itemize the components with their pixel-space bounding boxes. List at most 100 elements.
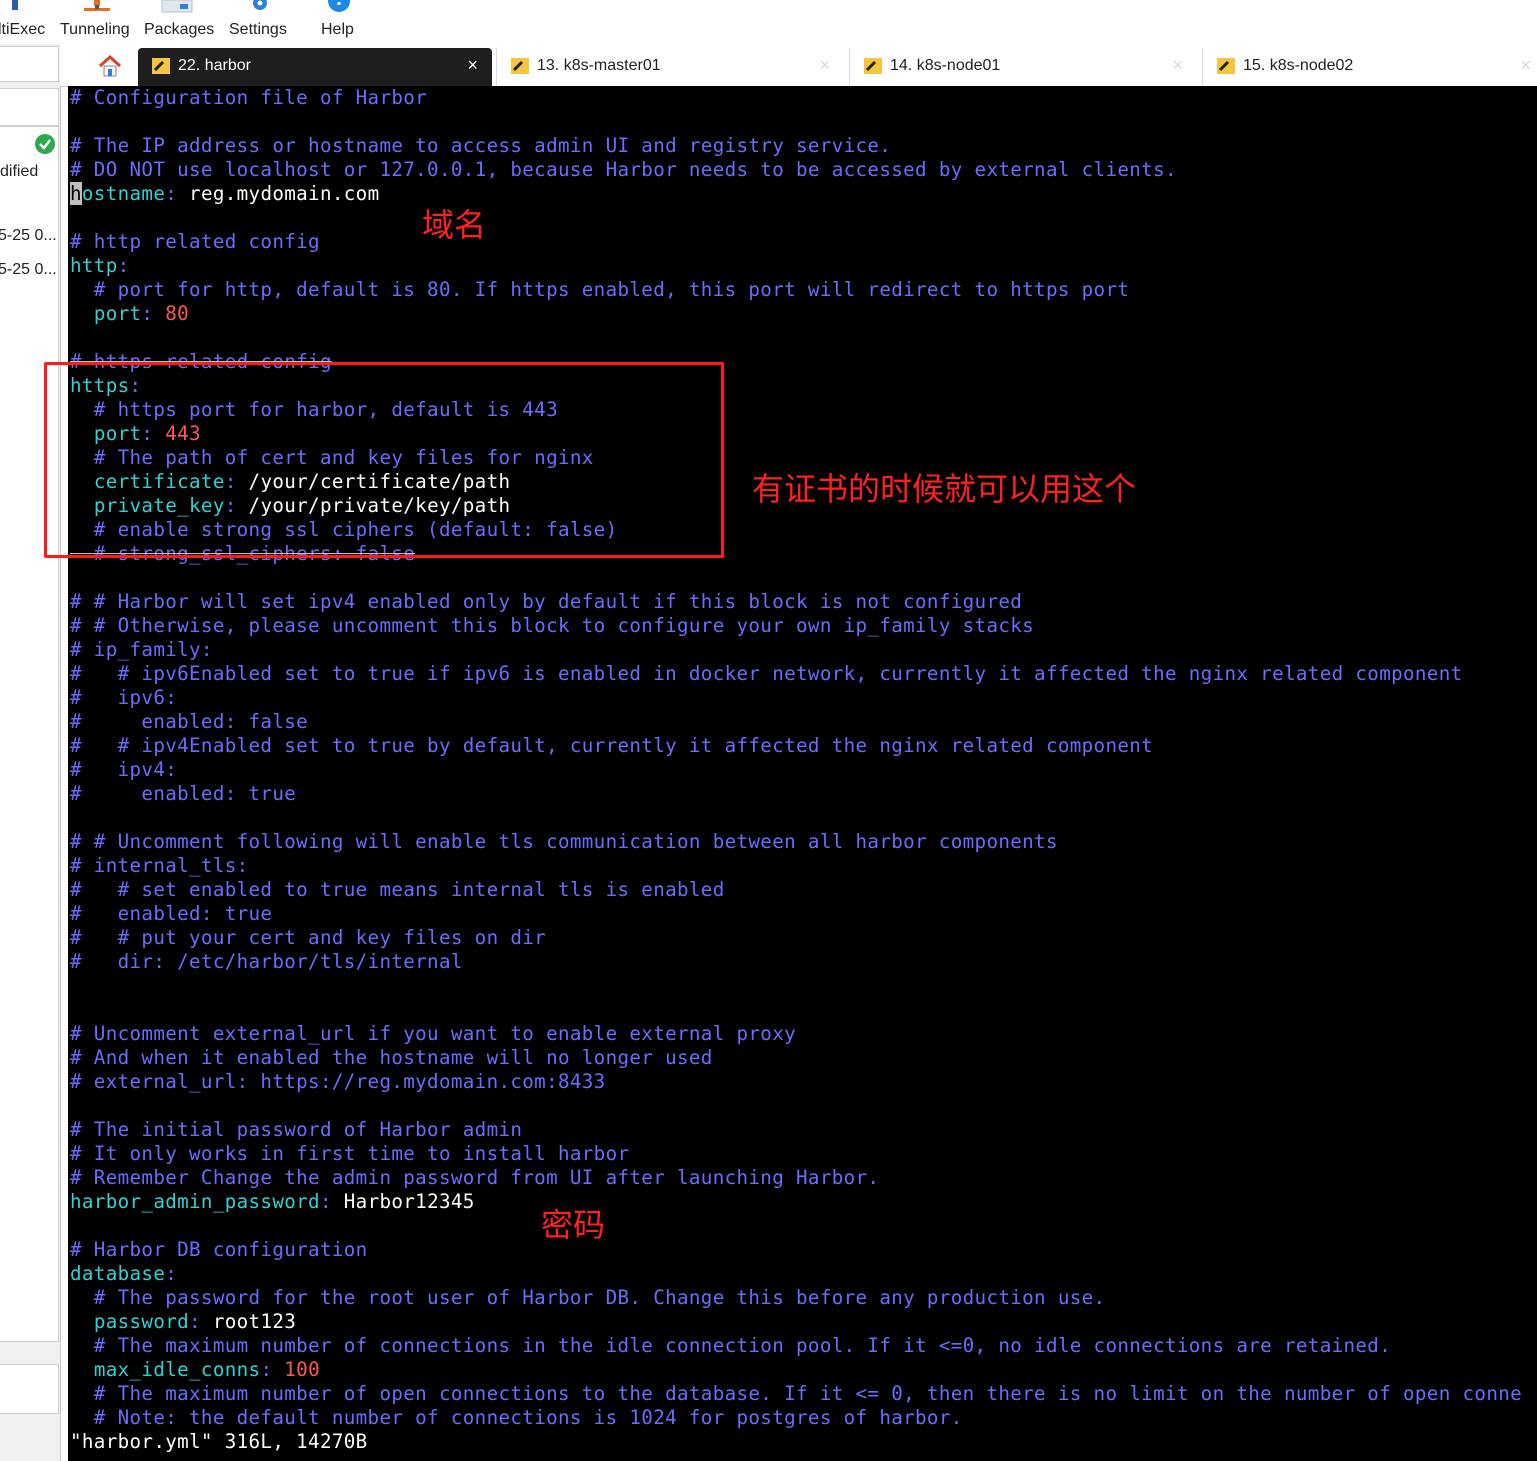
terminal-segment: # # set enabled to true means internal t… — [70, 878, 725, 901]
help-label: Help — [321, 21, 354, 38]
sessions-sidebar: dified 5-25 0... 5-25 0... — [0, 44, 61, 1461]
multiexec-button[interactable]: ltiExec — [0, 0, 52, 44]
terminal-segment: # Remember Change the admin password fro… — [70, 1166, 880, 1189]
terminal-segment: # # Harbor will set ipv4 enabled only by… — [70, 590, 1023, 613]
sidebar-row[interactable]: 5-25 0... — [0, 227, 57, 245]
terminal-tab-icon — [511, 58, 529, 74]
close-icon[interactable]: × — [1172, 55, 1183, 76]
terminal-line: "harbor.yml" 316L, 14270B — [70, 1430, 1522, 1454]
terminal-line: # Harbor DB configuration — [70, 1238, 1522, 1262]
terminal-line: # internal_tls: — [70, 854, 1522, 878]
terminal-segment: # # put your cert and key files on dir — [70, 926, 547, 949]
terminal-segment: : — [189, 1310, 201, 1333]
terminal-line: # The IP address or hostname to access a… — [70, 134, 1522, 158]
terminal-view[interactable]: # Configuration file of Harbor # The IP a… — [68, 86, 1537, 1461]
tab-bar: 22. harbor × 13. k8s-master01 × 14. k8s-… — [60, 44, 1537, 87]
gear-icon — [253, 0, 267, 10]
terminal-segment: # enabled: true — [70, 902, 273, 925]
toolbar: ltiExec Tunneling Packages Settings Help — [0, 0, 1537, 44]
terminal-line: # The initial password of Harbor admin — [70, 1118, 1522, 1142]
terminal-line: harbor_admin_password: Harbor12345 — [70, 1190, 1522, 1214]
terminal-segment: reg.mydomain.com — [177, 182, 380, 205]
tab-harbor[interactable]: 22. harbor × — [138, 48, 492, 86]
home-tab[interactable] — [84, 48, 136, 86]
terminal-line: # enabled: true — [70, 902, 1522, 926]
terminal-segment: # # ipv6Enabled set to true if ipv6 is e… — [70, 662, 1463, 685]
annotation-password: 密码 — [541, 1206, 606, 1244]
terminal-line: # Note: the default number of connection… — [70, 1406, 1522, 1430]
settings-button[interactable]: Settings — [229, 0, 293, 44]
terminal-segment: # port for http, default is 80. If https… — [70, 278, 1130, 301]
terminal-segment: # enabled: true — [70, 782, 297, 805]
terminal-segment: # Configuration file of Harbor — [70, 86, 428, 109]
terminal-line: # ip_family: — [70, 638, 1522, 662]
terminal-tab-icon — [1217, 58, 1235, 74]
close-icon[interactable]: × — [819, 55, 830, 76]
close-icon[interactable]: × — [1520, 55, 1531, 76]
terminal-segment — [70, 1358, 94, 1381]
terminal-segment: # # Uncomment following will enable tls … — [70, 830, 1058, 853]
terminal-segment: root123 — [200, 1310, 297, 1333]
terminal-line: # port for http, default is 80. If https… — [70, 278, 1522, 302]
terminal-segment: # ip_family: — [70, 638, 213, 661]
terminal-segment: # Note: the default number of connection… — [70, 1406, 963, 1429]
tab-k8s-master01[interactable]: 13. k8s-master01 × — [496, 48, 844, 86]
terminal-line: # external_url: https://reg.mydomain.com… — [70, 1070, 1522, 1094]
multiexec-icon — [12, 0, 18, 10]
tab-label: 15. k8s-node02 — [1243, 57, 1354, 74]
help-button[interactable]: Help — [321, 0, 361, 44]
tunneling-button[interactable]: Tunneling — [60, 0, 136, 44]
terminal-line: database: — [70, 1262, 1522, 1286]
terminal-tab-icon — [152, 58, 170, 74]
home-icon — [98, 54, 122, 77]
terminal-segment: # Uncomment external_url if you want to … — [70, 1022, 797, 1045]
terminal-segment: h — [70, 182, 82, 205]
terminal-line: # And when it enabled the hostname will … — [70, 1046, 1522, 1070]
terminal-segment: # The password for the root user of Harb… — [70, 1286, 1106, 1309]
packages-button[interactable]: Packages — [144, 0, 214, 44]
terminal-line: # DO NOT use localhost or 127.0.0.1, bec… — [70, 158, 1522, 182]
terminal-segment: # enabled: false — [70, 710, 309, 733]
terminal-line: # The password for the root user of Harb… — [70, 1286, 1522, 1310]
sidebar-status-text: dified — [0, 163, 39, 180]
tab-k8s-node02[interactable]: 15. k8s-node02 × — [1202, 48, 1537, 86]
terminal-segment: # dir: /etc/harbor/tls/internal — [70, 950, 463, 973]
tunneling-icon — [84, 0, 110, 11]
tab-label: 22. harbor — [178, 57, 251, 74]
tab-k8s-node01[interactable]: 14. k8s-node01 × — [849, 48, 1197, 86]
terminal-segment: http — [70, 254, 118, 277]
sidebar-list[interactable]: dified 5-25 0... 5-25 0... — [0, 126, 59, 1342]
packages-icon — [161, 0, 193, 13]
terminal-segment: # Harbor DB configuration — [70, 1238, 368, 1261]
https-highlight-box — [44, 362, 724, 558]
sidebar-row[interactable]: 5-25 0... — [0, 261, 57, 279]
terminal-segment: # It only works in first time to install… — [70, 1142, 630, 1165]
terminal-line: port: 80 — [70, 302, 1522, 326]
terminal-segment: # ipv6: — [70, 686, 178, 709]
terminal-segment: # http related config — [70, 230, 320, 253]
sidebar-toolbar — [0, 88, 59, 126]
terminal-segment: # The initial password of Harbor admin — [70, 1118, 523, 1141]
terminal-segment: max_idle_conns — [93, 1358, 261, 1381]
terminal-segment: # The IP address or hostname to access a… — [70, 134, 892, 157]
checkmark-icon — [35, 134, 55, 154]
tab-label: 13. k8s-master01 — [537, 57, 661, 74]
terminal-segment: # # Otherwise, please uncomment this blo… — [70, 614, 1035, 637]
terminal-segment: # And when it enabled the hostname will … — [70, 1046, 713, 1069]
terminal-line: # dir: /etc/harbor/tls/internal — [70, 950, 1522, 974]
terminal-segment: 80 — [153, 302, 190, 325]
tunneling-label: Tunneling — [60, 21, 130, 38]
terminal-segment: # # ipv4Enabled set to true by default, … — [70, 734, 1154, 757]
multiexec-label: ltiExec — [0, 21, 46, 38]
terminal-segment: ostname — [81, 182, 166, 205]
sidebar-search-box[interactable] — [0, 46, 59, 82]
close-icon[interactable]: × — [467, 55, 478, 76]
terminal-line: # # ipv4Enabled set to true by default, … — [70, 734, 1522, 758]
